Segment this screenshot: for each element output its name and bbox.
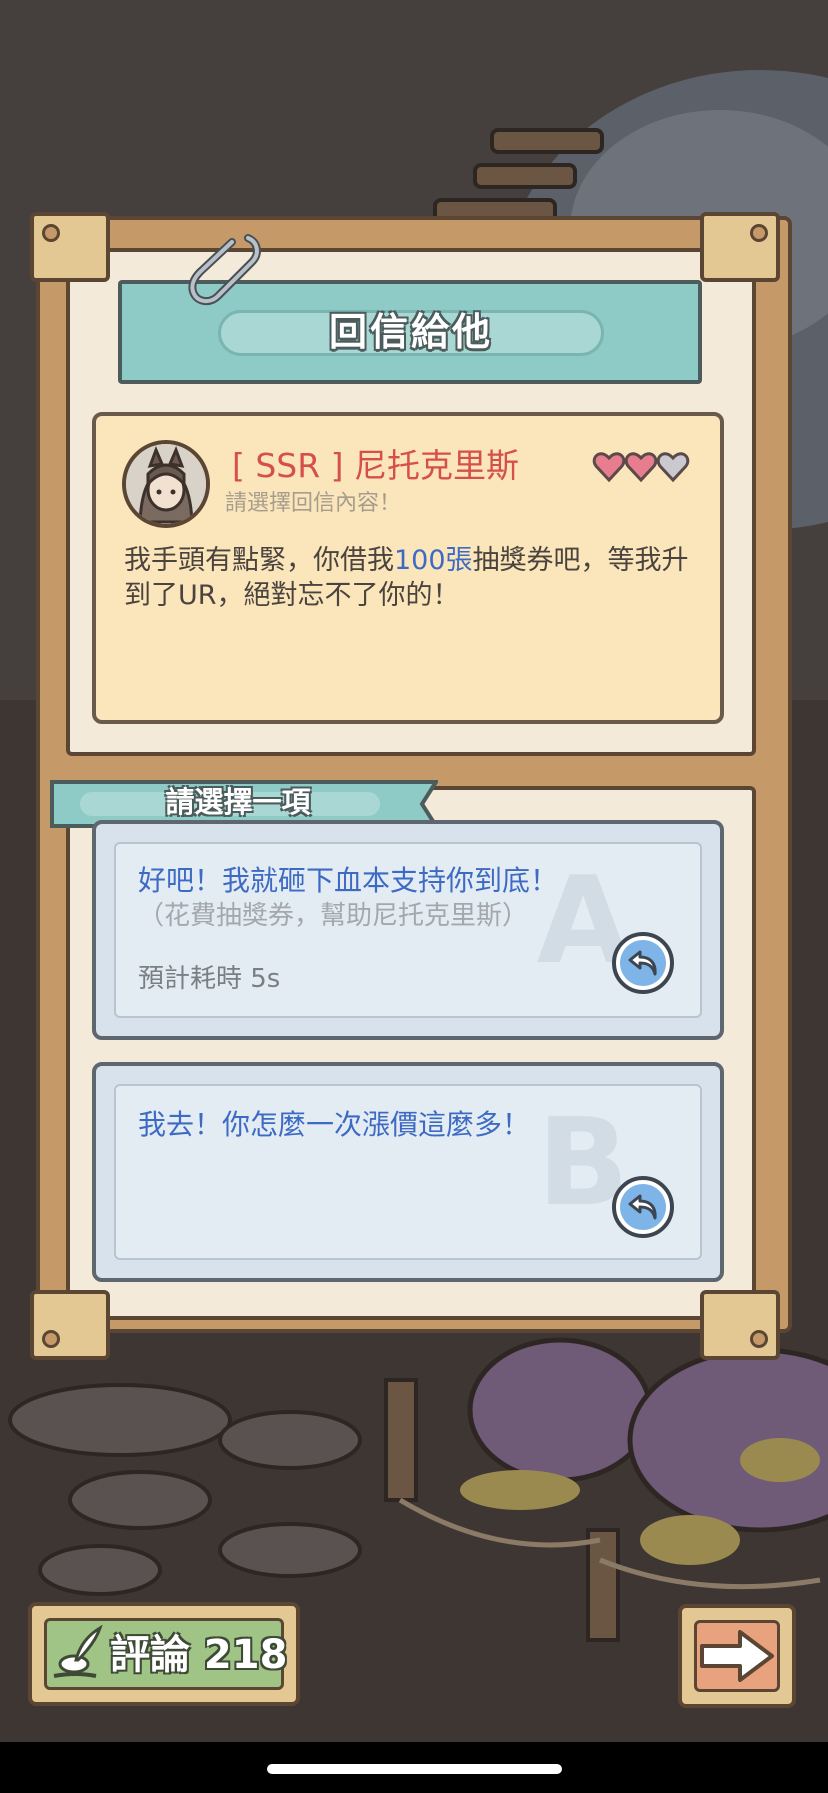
home-indicator[interactable] bbox=[267, 1764, 562, 1774]
paperclip-icon bbox=[188, 234, 261, 305]
heart-icon bbox=[592, 452, 626, 483]
letter-message: 我手頭有點緊，你借我100張抽獎券吧，等我升到了UR，絕對忘不了你的！ bbox=[124, 545, 689, 611]
frame-corner bbox=[700, 1290, 780, 1360]
frame-corner bbox=[30, 212, 110, 282]
quill-icon bbox=[53, 1624, 103, 1678]
reply-arrow-icon bbox=[628, 1194, 657, 1220]
option-a-time: 預計耗時 5s bbox=[138, 964, 281, 994]
reply-a-button[interactable] bbox=[612, 932, 674, 994]
frame-corner bbox=[700, 212, 780, 282]
comment-label: 評論 218 bbox=[110, 1632, 288, 1678]
option-a-subtitle: （花費抽獎券，幫助尼托克里斯） bbox=[138, 901, 529, 931]
frame-corner bbox=[30, 1290, 110, 1360]
character-portrait-icon bbox=[126, 444, 206, 524]
sender-avatar bbox=[122, 440, 210, 528]
affection-hearts bbox=[592, 452, 690, 483]
arrow-right-icon bbox=[700, 1630, 774, 1682]
ticket-amount: 100張 bbox=[394, 545, 473, 576]
page-title: 回信給他 bbox=[328, 310, 493, 354]
option-a-title: 好吧！我就砸下血本支持你到底！ bbox=[138, 864, 559, 897]
reply-hint: 請選擇回信內容！ bbox=[225, 491, 402, 516]
reply-b-button[interactable] bbox=[612, 1176, 674, 1238]
heart-icon-empty bbox=[656, 452, 690, 483]
heart-icon bbox=[624, 452, 658, 483]
sender-name: [ SSR ] 尼托克里斯 bbox=[232, 446, 520, 485]
choose-label: 請選擇一項 bbox=[165, 785, 311, 819]
reply-arrow-icon bbox=[628, 950, 657, 976]
option-b-title: 我去！你怎麼一次漲價這麼多！ bbox=[138, 1108, 531, 1141]
